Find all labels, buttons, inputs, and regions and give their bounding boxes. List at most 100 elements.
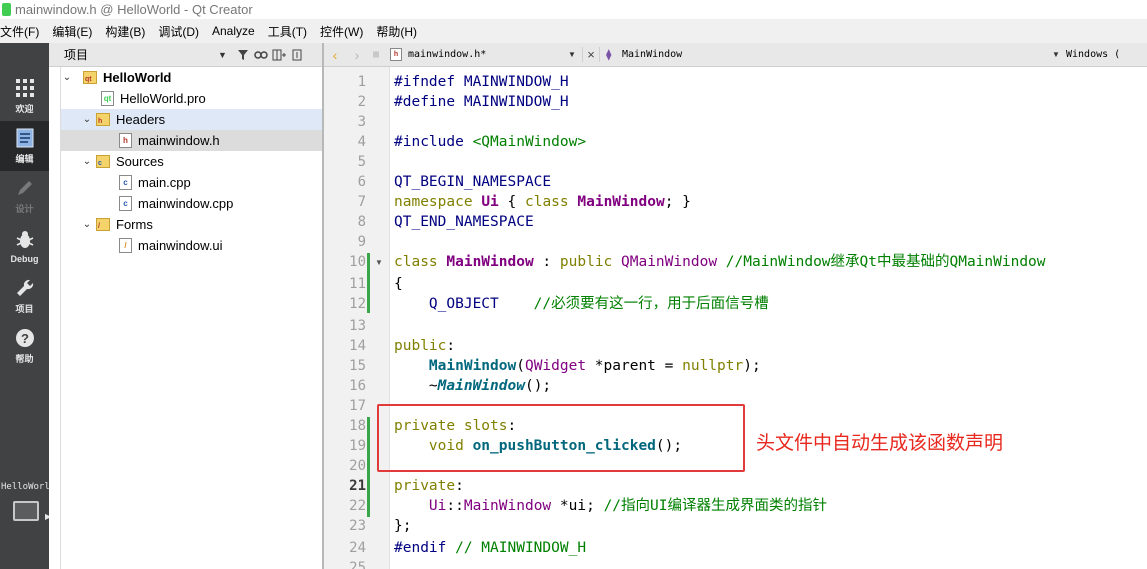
code-line[interactable]: private: — [394, 476, 464, 496]
tree-item-forms[interactable]: ⌄ / Forms — [61, 214, 323, 235]
split-icon[interactable] — [270, 46, 288, 64]
tree-item-project[interactable]: ⌄ qt HelloWorld — [61, 67, 323, 88]
bug-icon — [14, 229, 36, 251]
code-token: Ui — [428, 498, 447, 514]
title-bar: mainwindow.h @ HelloWorld - Qt Creator — [0, 0, 1147, 19]
source-file-icon: c — [119, 175, 132, 190]
chevron-down-icon[interactable]: ▼ — [218, 50, 234, 60]
tree-item-headers[interactable]: ⌄ h Headers — [61, 109, 323, 130]
chevron-down-icon[interactable]: ▼ — [1052, 50, 1066, 59]
tree-margin — [49, 67, 61, 569]
code-token: : — [533, 254, 560, 270]
annotation-text: 头文件中自动生成该函数声明 — [756, 432, 1004, 454]
tree-item-main-cpp[interactable]: c main.cpp — [61, 172, 323, 193]
mode-label: 设计 — [15, 204, 34, 214]
close-panel-icon[interactable] — [288, 46, 306, 64]
code-token: #ifndef MAINWINDOW_H — [394, 74, 569, 90]
document-selector[interactable]: mainwindow.h* — [408, 49, 568, 60]
code-token: <QMainWindow> — [472, 134, 587, 150]
line-number: 19 — [349, 438, 366, 454]
code-token: //MainWindow继承Qt中最基础的QMainWindow — [717, 254, 1046, 270]
code-line[interactable]: #include <QMainWindow> — [394, 132, 586, 152]
folder-icon: / — [96, 218, 110, 231]
code-token: ~ — [394, 378, 438, 394]
menu-debug[interactable]: 调试(D) — [158, 23, 208, 40]
menu-controls[interactable]: 控件(W) — [320, 23, 372, 40]
code-token: //必须要有这一行，用于后面信号槽 — [498, 296, 769, 312]
tree-item-sources[interactable]: ⌄ c Sources — [61, 151, 323, 172]
lock-icon: ■ — [372, 49, 380, 60]
menu-analyze[interactable]: Analyze — [212, 24, 264, 38]
qt-creator-icon — [2, 3, 11, 16]
code-token: MainWindow — [446, 254, 534, 270]
back-arrow-icon[interactable]: ‹ — [324, 47, 346, 63]
symbol-selector[interactable]: MainWindow — [622, 49, 1052, 60]
mode-projects[interactable]: 项目 — [0, 271, 49, 321]
line-ending-selector[interactable]: Windows ( — [1066, 49, 1126, 60]
line-number: 3 — [357, 114, 366, 130]
mode-design[interactable]: 设计 — [0, 171, 49, 221]
code-line[interactable]: { — [394, 274, 403, 294]
menu-help[interactable]: 帮助(H) — [376, 23, 426, 40]
code-line[interactable]: public: — [394, 336, 455, 356]
project-folder-icon: qt — [83, 71, 97, 84]
menu-file[interactable]: 文件(F) — [0, 23, 48, 40]
tree-item-label: HelloWorld.pro — [120, 91, 206, 106]
code-token: class — [524, 194, 578, 210]
chevron-down-icon[interactable]: ⌄ — [81, 156, 93, 167]
mode-debug[interactable]: Debug — [0, 221, 49, 271]
tree-item-mainwindow-ui[interactable]: / mainwindow.ui — [61, 235, 323, 256]
line-number: 20 — [349, 458, 366, 474]
code-token: Ui — [481, 194, 499, 210]
tree-item-pro-file[interactable]: qt HelloWorld.pro — [61, 88, 323, 109]
code-line[interactable]: #define MAINWINDOW_H — [394, 92, 569, 112]
grid-icon — [14, 77, 36, 99]
mode-label: 编辑 — [15, 154, 34, 164]
mode-help[interactable]: ? 帮助 — [0, 321, 49, 371]
code-token: //指向UI编译器生成界面类的指针 — [603, 498, 827, 514]
tree-item-mainwindow-h[interactable]: h mainwindow.h — [61, 130, 323, 151]
code-line[interactable]: MainWindow(QWidget *parent = nullptr); — [394, 356, 761, 376]
mode-edit[interactable]: 编辑 — [0, 121, 49, 171]
chevron-down-icon[interactable]: ▼ — [568, 50, 582, 59]
change-marker — [367, 417, 370, 517]
code-token: public — [559, 254, 622, 270]
pro-file-icon: qt — [101, 91, 114, 106]
chevron-down-icon[interactable]: ⌄ — [81, 114, 93, 125]
code-line[interactable]: #endif // MAINWINDOW_H — [394, 538, 586, 558]
code-line[interactable]: class MainWindow : public QMainWindow //… — [394, 252, 1046, 272]
class-icon: ⧫ — [606, 49, 612, 61]
line-number: 12 — [349, 296, 366, 312]
code-line[interactable]: #ifndef MAINWINDOW_H — [394, 72, 569, 92]
code-token: (); — [524, 378, 552, 394]
code-token: namespace — [394, 194, 482, 210]
code-token: ; } — [664, 194, 691, 210]
menu-edit[interactable]: 编辑(E) — [52, 23, 101, 40]
code-token: *ui; — [551, 498, 604, 514]
menu-build[interactable]: 构建(B) — [105, 23, 154, 40]
code-line[interactable]: Ui::MainWindow *ui; //指向UI编译器生成界面类的指针 — [394, 496, 827, 516]
monitor-icon[interactable] — [13, 501, 39, 521]
tree-item-label: main.cpp — [138, 175, 191, 190]
forward-arrow-icon[interactable]: › — [346, 47, 368, 63]
code-line[interactable]: QT_END_NAMESPACE — [394, 212, 534, 232]
menu-tools[interactable]: 工具(T) — [268, 23, 316, 40]
fold-arrow-icon[interactable]: ▼ — [375, 258, 383, 267]
code-line[interactable]: }; — [394, 516, 411, 536]
code-line[interactable]: ~MainWindow(); — [394, 376, 551, 396]
project-view-selector[interactable]: 项目 — [64, 46, 214, 63]
line-number: 10 — [349, 254, 366, 270]
code-token: public — [394, 338, 447, 354]
chevron-down-icon[interactable]: ⌄ — [81, 219, 93, 230]
mode-welcome[interactable]: 欢迎 — [0, 71, 49, 121]
link-icon[interactable] — [252, 46, 270, 64]
window-title: mainwindow.h @ HelloWorld - Qt Creator — [15, 2, 253, 17]
code-line[interactable]: namespace Ui { class MainWindow; } — [394, 192, 691, 212]
close-document-icon[interactable]: × — [582, 47, 600, 62]
tree-item-mainwindow-cpp[interactable]: c mainwindow.cpp — [61, 193, 323, 214]
tree-item-label: HelloWorld — [103, 70, 172, 85]
chevron-down-icon[interactable]: ⌄ — [61, 72, 73, 83]
code-line[interactable]: QT_BEGIN_NAMESPACE — [394, 172, 551, 192]
code-line[interactable]: Q_OBJECT //必须要有这一行，用于后面信号槽 — [394, 294, 769, 314]
filter-icon[interactable] — [234, 46, 252, 64]
